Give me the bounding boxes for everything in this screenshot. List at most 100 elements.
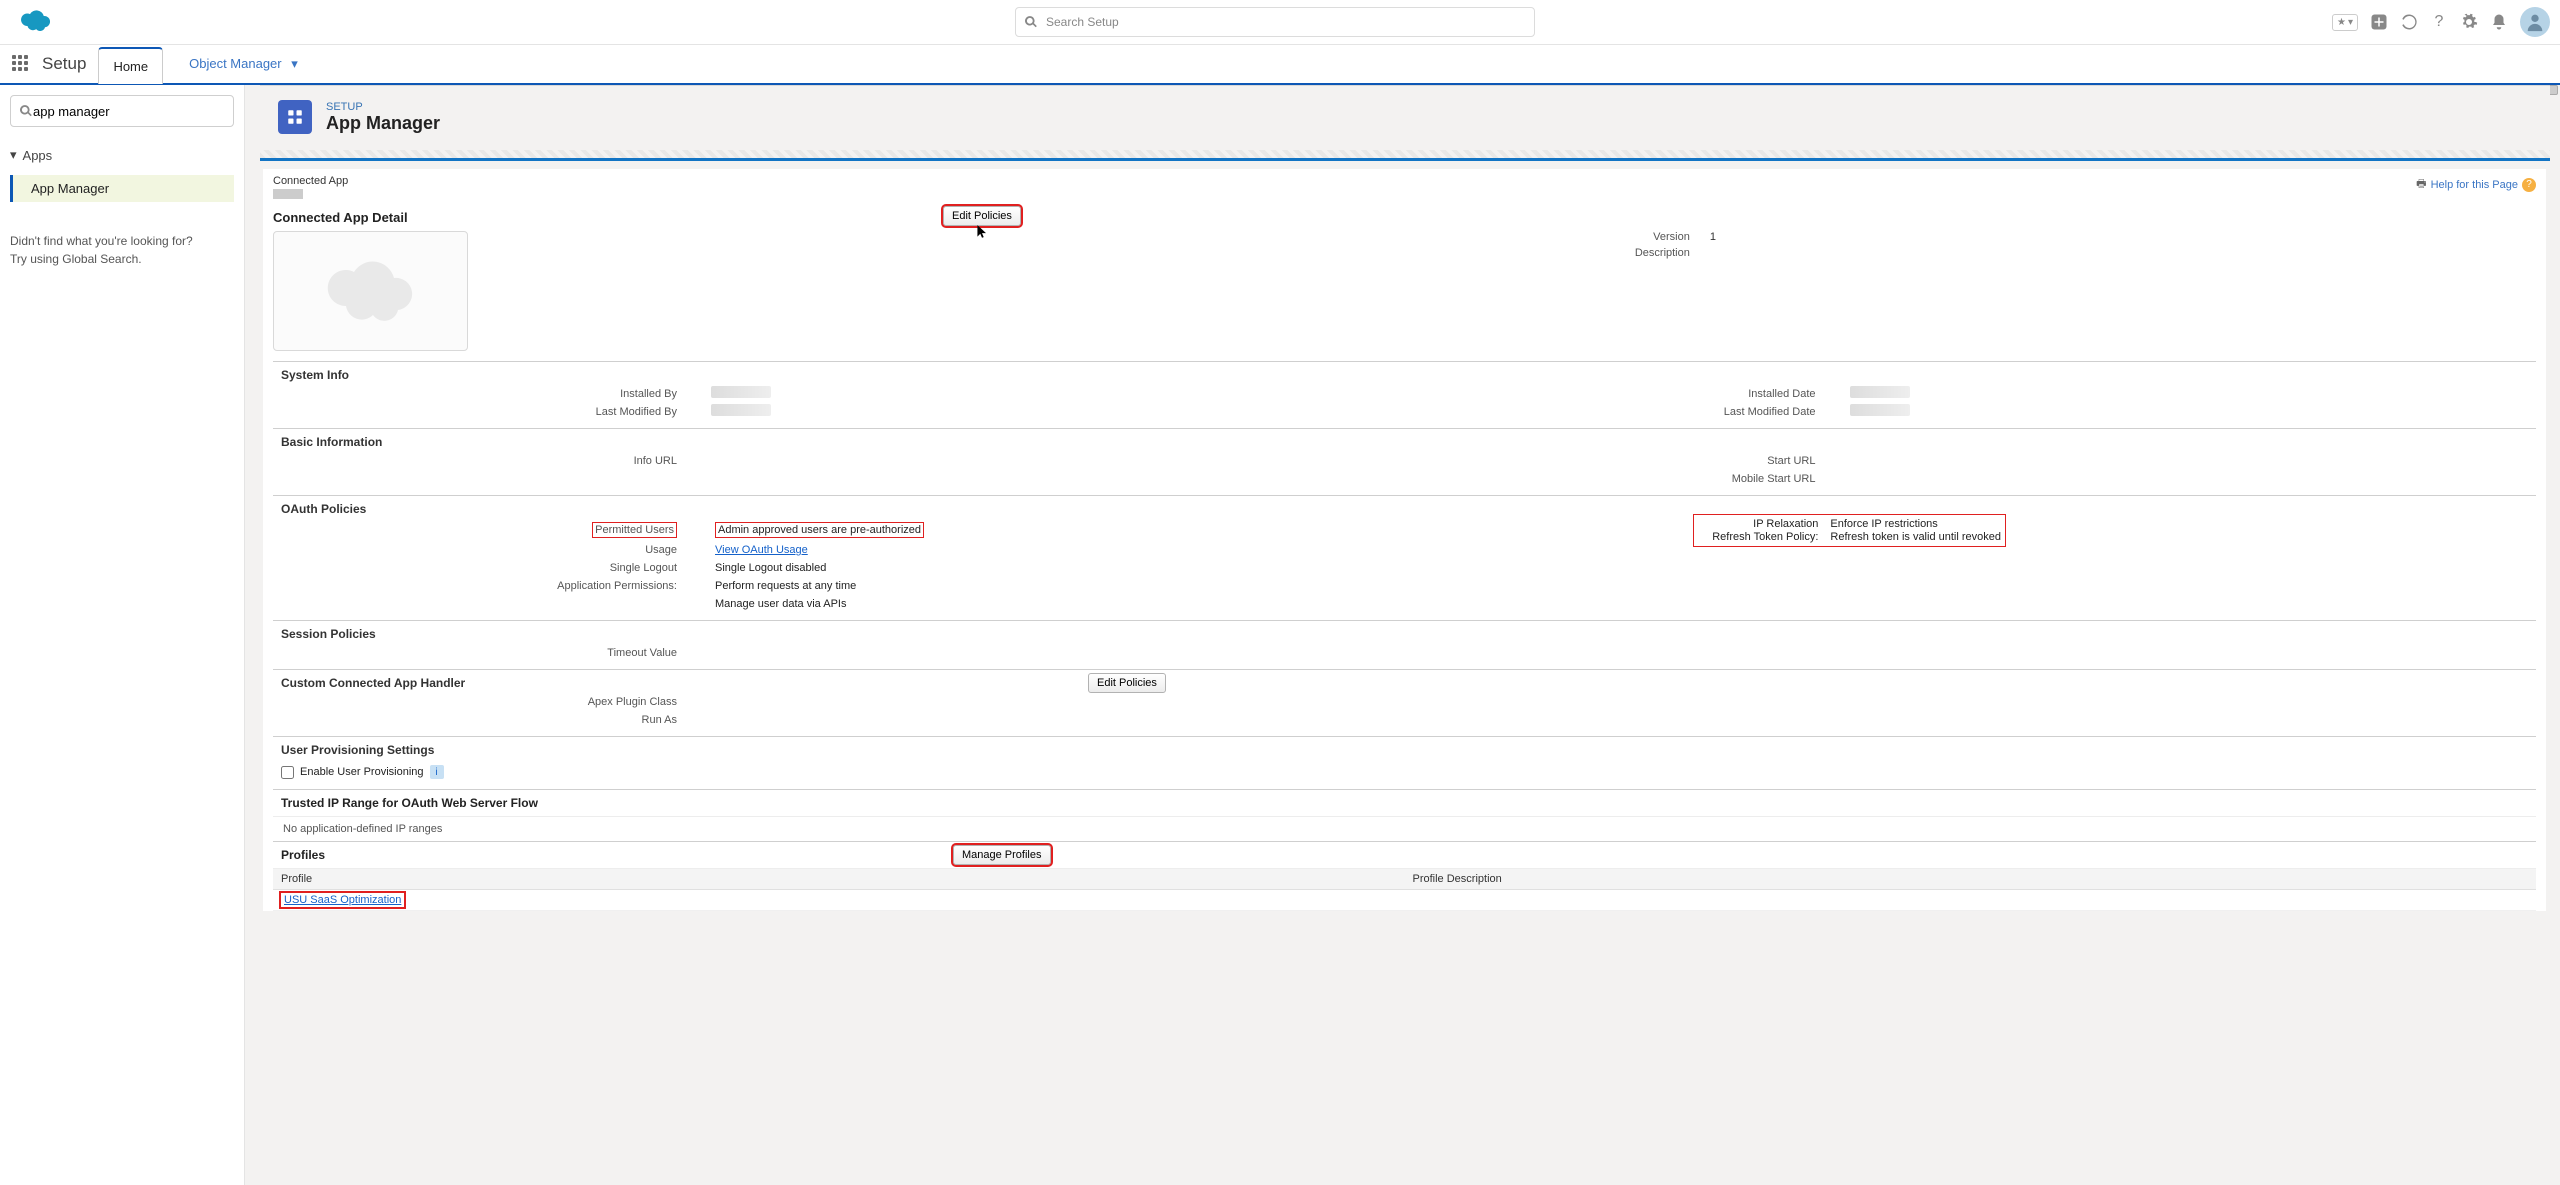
- sidebar-hint: Didn't find what you're looking for? Try…: [10, 232, 234, 268]
- mobile-start-url-value: [1850, 471, 2529, 487]
- printer-icon: 🖶: [2416, 175, 2426, 194]
- search-placeholder: Search Setup: [1046, 15, 1119, 29]
- section-session-policies: Session Policies Timeout Value: [273, 620, 2536, 669]
- section-title: User Provisioning Settings: [273, 737, 2536, 761]
- profile-link[interactable]: USU SaaS Optimization: [281, 893, 404, 907]
- enable-user-provisioning-label: Enable User Provisioning: [300, 766, 424, 778]
- single-logout-value: Single Logout disabled: [711, 560, 2528, 576]
- app-permissions-value-1: Perform requests at any time: [711, 578, 2528, 594]
- section-title: Custom Connected App Handler Edit Polici…: [273, 670, 2536, 694]
- manage-profiles-button[interactable]: Manage Profiles: [953, 845, 1051, 865]
- section-trusted-ip: Trusted IP Range for OAuth Web Server Fl…: [273, 789, 2536, 841]
- section-title: Profiles Manage Profiles: [273, 841, 2536, 869]
- timeout-value-label: Timeout Value: [281, 645, 681, 661]
- global-header: Search Setup ★ ▾ ?: [0, 0, 2560, 45]
- quick-find-input[interactable]: [10, 95, 234, 127]
- last-modified-by-label: Last Modified By: [281, 404, 681, 420]
- global-search[interactable]: Search Setup: [1015, 7, 1535, 37]
- connected-app-detail-title: Connected App Detail: [273, 210, 408, 225]
- apex-plugin-class-label: Apex Plugin Class: [281, 694, 681, 710]
- record-name-redacted: [273, 189, 303, 199]
- installed-date-label: Installed Date: [1420, 386, 1820, 402]
- app-manager-icon: [278, 100, 312, 134]
- start-url-label: Start URL: [1420, 453, 1820, 469]
- single-logout-label: Single Logout: [281, 560, 681, 576]
- detail-panel: Connected App 🖶 Help for this Page ? Con…: [263, 169, 2546, 911]
- oauth-right-highlight: IP Relaxation Enforce IP restrictions Ref…: [1693, 514, 2006, 547]
- help-question-icon: ?: [2522, 178, 2536, 192]
- star-icon: ★: [2337, 17, 2346, 28]
- gear-icon[interactable]: [2460, 13, 2478, 31]
- refresh-token-value: Refresh token is valid until revoked: [1830, 531, 2001, 543]
- section-title: Basic Information: [273, 429, 2536, 453]
- tab-object-manager[interactable]: Object Manager ▾: [175, 46, 312, 82]
- section-basic-information: Basic Information Info URL Start URL Mob…: [273, 428, 2536, 495]
- page-title: App Manager: [326, 113, 440, 134]
- section-oauth-policies: OAuth Policies Permitted Users Admin app…: [273, 495, 2536, 620]
- last-modified-by-value: [711, 404, 771, 416]
- start-url-value: [1850, 453, 2529, 469]
- edit-policies-button-handler[interactable]: Edit Policies: [1088, 673, 1166, 693]
- page-header-band: SETUP App Manager: [260, 85, 2550, 161]
- version-value: 1: [1710, 231, 1716, 243]
- main-content: SETUP App Manager Connected App 🖶 Help f…: [245, 85, 2560, 1185]
- chevron-down-icon: ▾: [2348, 17, 2353, 28]
- trusted-ip-empty-msg: No application-defined IP ranges: [273, 817, 2536, 841]
- edit-policies-button[interactable]: Edit Policies: [943, 206, 1021, 226]
- add-icon[interactable]: [2370, 13, 2388, 31]
- page-kicker: SETUP: [326, 101, 440, 113]
- bell-icon[interactable]: [2490, 13, 2508, 31]
- profiles-col-description: Profile Description: [1405, 869, 2537, 890]
- info-icon[interactable]: i: [430, 765, 444, 779]
- version-label: Version: [1580, 231, 1690, 243]
- ip-relaxation-label: IP Relaxation: [1698, 518, 1818, 530]
- section-profiles: Profiles Manage Profiles Profile Profile…: [273, 841, 2536, 911]
- last-modified-date-value: [1850, 404, 1910, 416]
- installed-by-label: Installed By: [281, 386, 681, 402]
- usage-label: Usage: [281, 542, 681, 558]
- setup-sidebar: ▾ Apps App Manager Didn't find what you'…: [0, 85, 245, 1185]
- section-title: OAuth Policies: [273, 496, 2536, 520]
- search-icon: [19, 104, 33, 118]
- sync-icon[interactable]: [2400, 13, 2418, 31]
- info-url-value: [711, 453, 1390, 469]
- description-label: Description: [1580, 247, 1690, 259]
- tab-home[interactable]: Home: [98, 47, 163, 84]
- search-icon: [1024, 15, 1038, 29]
- apex-plugin-class-value: [711, 694, 2528, 710]
- section-title: Trusted IP Range for OAuth Web Server Fl…: [273, 789, 2536, 817]
- installed-by-value: [711, 386, 771, 398]
- installed-date-value: [1850, 386, 1910, 398]
- chevron-down-icon: ▾: [10, 147, 17, 163]
- header-decoration: [260, 150, 2550, 158]
- mobile-start-url-label: Mobile Start URL: [1420, 471, 1820, 487]
- view-oauth-usage-link[interactable]: View OAuth Usage: [715, 544, 808, 556]
- profiles-col-profile: Profile: [273, 869, 1405, 890]
- section-system-info: System Info Installed By Installed Date …: [273, 361, 2536, 428]
- app-permissions-value-2: Manage user data via APIs: [711, 596, 2528, 612]
- help-for-page[interactable]: 🖶 Help for this Page ?: [2416, 175, 2536, 194]
- quick-find-field[interactable]: [33, 104, 225, 119]
- section-custom-handler: Custom Connected App Handler Edit Polici…: [273, 669, 2536, 736]
- header-utilities: ★ ▾ ?: [2332, 7, 2550, 37]
- setup-tree: ▾ Apps App Manager: [10, 147, 234, 202]
- permitted-users-value: Admin approved users are pre-authorized: [718, 524, 921, 536]
- app-launcher-icon[interactable]: [12, 55, 30, 73]
- run-as-value: [711, 712, 2528, 728]
- salesforce-logo: [10, 7, 55, 38]
- run-as-label: Run As: [281, 712, 681, 728]
- profile-description-value: [1405, 890, 2537, 911]
- tree-node-apps[interactable]: ▾ Apps: [10, 147, 234, 163]
- favorite-toggle[interactable]: ★ ▾: [2332, 14, 2358, 31]
- section-user-provisioning: User Provisioning Settings Enable User P…: [273, 736, 2536, 789]
- section-title: Session Policies: [273, 621, 2536, 645]
- app-logo-placeholder: [273, 231, 468, 351]
- help-icon[interactable]: ?: [2430, 13, 2448, 31]
- tree-node-app-manager[interactable]: App Manager: [13, 175, 234, 202]
- user-avatar[interactable]: [2520, 7, 2550, 37]
- enable-user-provisioning-checkbox[interactable]: [281, 766, 294, 779]
- ip-relaxation-value: Enforce IP restrictions: [1830, 518, 1937, 530]
- app-permissions-label: Application Permissions:: [281, 578, 681, 594]
- context-bar: Setup Home Object Manager ▾: [0, 45, 2560, 85]
- tree-label: Apps: [23, 148, 53, 163]
